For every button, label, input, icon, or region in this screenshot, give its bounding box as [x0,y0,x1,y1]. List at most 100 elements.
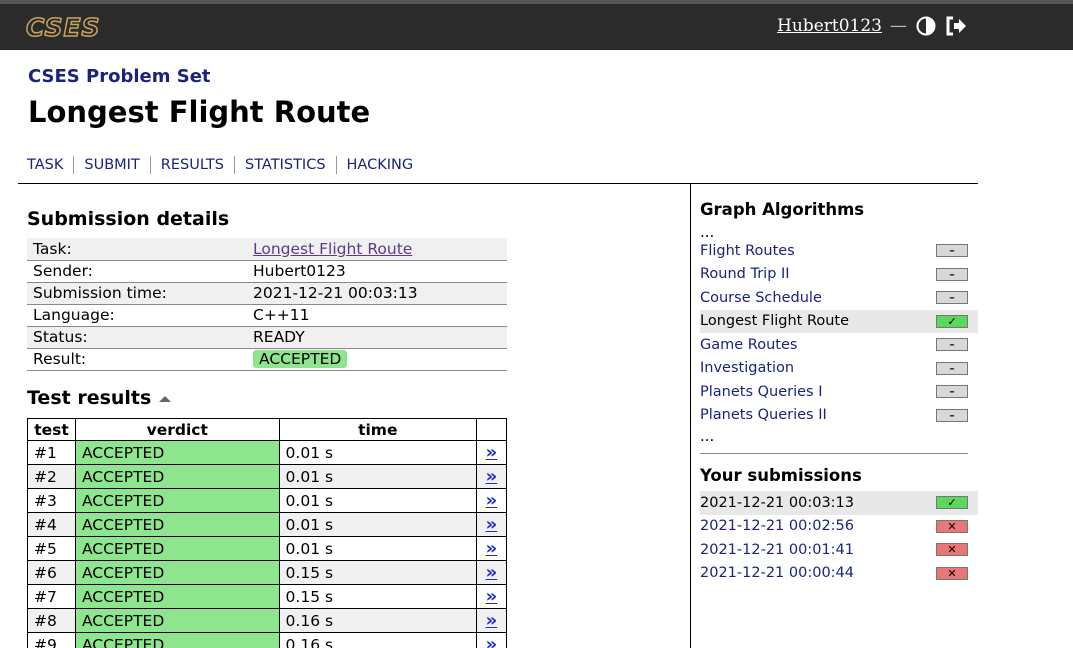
tab-submit[interactable]: SUBMIT [73,156,149,174]
problem-link[interactable]: Round Trip II [700,266,790,282]
detail-label: Status: [27,326,247,349]
test-number: #8 [27,608,76,633]
submission-details-heading: Submission details [27,208,230,230]
test-number: #9 [27,632,76,648]
task-link[interactable]: Longest Flight Route [253,240,412,258]
column-header-time: time [278,418,478,441]
time-cell: 0.15 s [278,584,478,609]
test-results-title: Test results [27,387,152,409]
submission-link[interactable]: 2021-12-21 00:00:44 [700,565,854,581]
tab-task[interactable]: TASK [27,156,73,174]
detail-label: Result: [27,348,247,371]
detail-label: Submission time: [27,282,247,305]
submission-link[interactable]: 2021-12-21 00:02:56 [700,518,854,534]
view-test-link[interactable]: » [486,466,498,487]
status-icon: – [936,338,968,352]
verdict-cell: ACCEPTED [74,488,280,513]
tab-statistics[interactable]: STATISTICS [234,156,336,174]
view-test-link[interactable]: » [486,514,498,535]
problem-link[interactable]: Course Schedule [700,290,822,306]
table-row: #4 ACCEPTED 0.01 s » [27,512,507,537]
result-badge: ACCEPTED [253,350,348,368]
time-cell: 0.01 s [278,512,478,537]
list-item[interactable]: 2021-12-21 00:02:56 ✕ [700,515,978,539]
test-number: #3 [27,488,76,513]
view-test-link[interactable]: » [486,562,498,583]
table-row: #5 ACCEPTED 0.01 s » [27,536,507,561]
submission-list: 2021-12-21 00:03:13 ✓ 2021-12-21 00:02:56 ✕… [700,491,978,585]
table-row: #7 ACCEPTED 0.15 s » [27,584,507,609]
verdict-cell: ACCEPTED [74,536,280,561]
logout-icon[interactable] [945,15,967,37]
list-item[interactable]: 2021-12-21 00:00:44 ✕ [700,562,978,586]
list-item[interactable]: Round Trip II – [700,263,978,287]
submission-link[interactable]: 2021-12-21 00:01:41 [700,542,854,558]
problem-link[interactable]: Game Routes [700,337,797,353]
time-cell: 0.01 s [278,440,478,465]
sidebar-divider [700,453,968,454]
detail-label: Sender: [27,260,247,283]
triangle-up-icon[interactable] [159,387,172,409]
view-test-link[interactable]: » [486,442,498,463]
list-item[interactable]: 2021-12-21 00:01:41 ✕ [700,538,978,562]
problem-link[interactable]: Planets Queries II [700,407,827,423]
submissions-title: Your submissions [700,466,862,485]
detail-row: Language: C++11 [27,304,507,327]
column-divider [690,183,691,648]
cses-logo[interactable]: CSES [25,12,101,43]
ellipsis-top: ... [700,223,715,241]
verdict-cell: ACCEPTED [74,584,280,609]
status-icon: ✕ [936,543,968,557]
verdict-cell: ACCEPTED [74,512,280,537]
list-item[interactable]: Longest Flight Route ✓ [700,309,978,333]
status-icon: – [936,385,968,399]
list-item[interactable]: Course Schedule – [700,286,978,310]
table-row: #3 ACCEPTED 0.01 s » [27,488,507,513]
view-test-link[interactable]: » [486,634,498,648]
tab-hacking[interactable]: HACKING [335,156,424,174]
view-test-link[interactable]: » [486,538,498,559]
column-header-verdict: verdict [74,418,280,441]
time-cell: 0.15 s [278,560,478,585]
table-header: test verdict time [27,418,507,441]
detail-value: READY [247,326,507,349]
list-item[interactable]: Flight Routes – [700,239,978,263]
contrast-icon[interactable] [915,15,937,37]
status-icon: – [936,408,968,422]
detail-value: C++11 [247,304,507,327]
detail-row: Sender: Hubert0123 [27,260,507,283]
detail-value: Hubert0123 [247,260,507,283]
verdict-cell: ACCEPTED [74,608,280,633]
verdict-cell: ACCEPTED [74,464,280,489]
view-test-link[interactable]: » [486,586,498,607]
test-number: #7 [27,584,76,609]
list-item[interactable]: Investigation – [700,357,978,381]
test-number: #1 [27,440,76,465]
list-item[interactable]: Game Routes – [700,333,978,357]
problem-link[interactable]: Investigation [700,360,794,376]
verdict-cell: ACCEPTED [74,632,280,648]
problem-link[interactable]: Planets Queries I [700,384,823,400]
detail-row: Submission time: 2021-12-21 00:03:13 [27,282,507,305]
view-test-link[interactable]: » [486,490,498,511]
test-number: #4 [27,512,76,537]
status-icon: – [936,361,968,375]
detail-row: Status: READY [27,326,507,349]
breadcrumb[interactable]: CSES Problem Set [28,66,211,87]
separator: — [890,16,907,36]
view-test-link[interactable]: » [486,610,498,631]
column-header-link [476,418,507,441]
problem-link[interactable]: Flight Routes [700,243,795,259]
list-item[interactable]: Planets Queries I – [700,380,978,404]
list-item[interactable]: Planets Queries II – [700,404,978,428]
test-number: #5 [27,536,76,561]
verdict-cell: ACCEPTED [74,440,280,465]
detail-row: Result: ACCEPTED [27,348,507,371]
top-bar: CSES Hubert0123 — [0,0,1073,50]
list-item[interactable]: 2021-12-21 00:03:13 ✓ [700,491,978,515]
username-link[interactable]: Hubert0123 [777,16,882,36]
problem-list: Flight Routes – Round Trip II – Course Sched… [700,239,978,427]
status-icon: ✕ [936,566,968,580]
tab-results[interactable]: RESULTS [149,156,234,174]
test-number: #6 [27,560,76,585]
